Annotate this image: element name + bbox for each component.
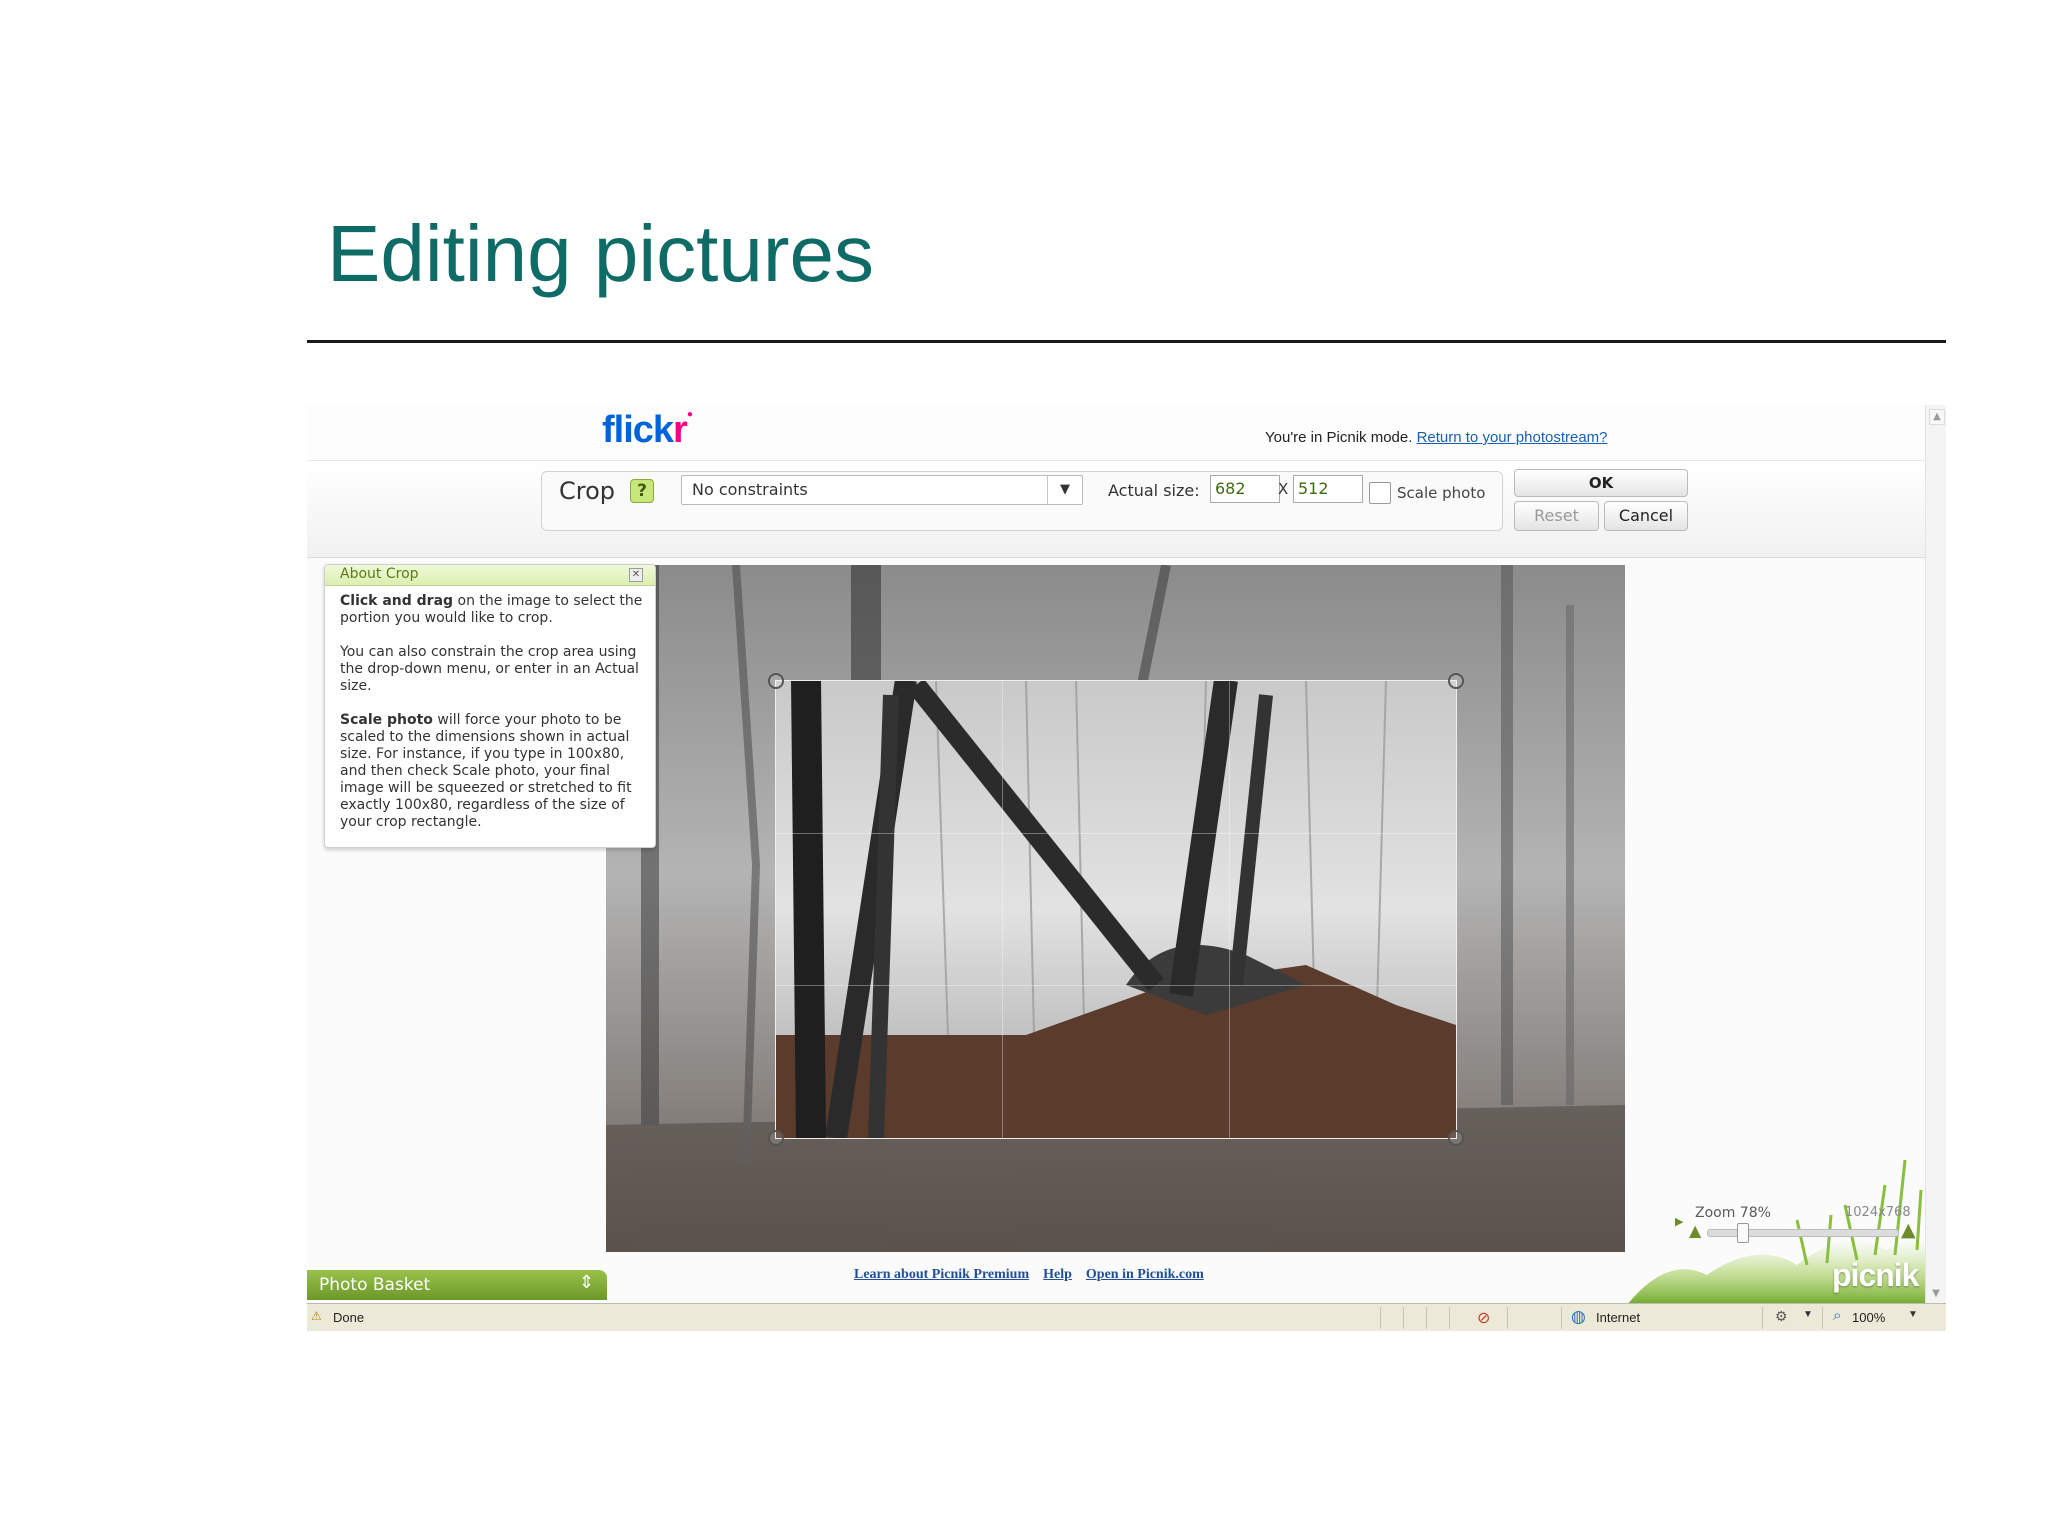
scale-photo-label[interactable]: Scale photo: [1397, 484, 1485, 502]
page-zoom[interactable]: 100%: [1852, 1310, 1885, 1325]
image-dimensions: 1024x768: [1845, 1205, 1911, 1220]
photo-basket-tab[interactable]: Photo Basket ⇕: [307, 1270, 607, 1300]
crop-grid-line: [776, 833, 1456, 834]
slide-title: Editing pictures: [327, 209, 874, 298]
status-divider: [1449, 1307, 1450, 1329]
tools-icon[interactable]: ⚙: [1775, 1308, 1788, 1325]
security-zone: Internet: [1596, 1310, 1641, 1325]
vertical-scrollbar[interactable]: [1925, 405, 1946, 1303]
picnik-mode-notice: You're in Picnik mode. Return to your ph…: [1265, 429, 1608, 446]
cancel-button[interactable]: Cancel: [1604, 501, 1688, 531]
browser-screenshot: flickr● You're in Picnik mode. Return to…: [307, 405, 1946, 1331]
crop-handle-bottom-left[interactable]: [768, 1130, 784, 1146]
learn-premium-link[interactable]: Learn about Picnik Premium: [854, 1267, 1029, 1282]
scroll-up-icon[interactable]: ▲: [1929, 409, 1945, 425]
status-divider: [1561, 1307, 1562, 1329]
zoom-slider-thumb[interactable]: [1737, 1223, 1749, 1243]
crop-handle-bottom-right[interactable]: [1448, 1130, 1464, 1146]
size-separator: X: [1278, 480, 1289, 498]
crop-grid-line: [776, 985, 1456, 986]
ok-button[interactable]: OK: [1514, 469, 1688, 497]
scroll-down-icon[interactable]: ▼: [1929, 1287, 1943, 1301]
about-crop-header: About Crop ✕: [325, 565, 655, 586]
crop-grid-line: [1229, 681, 1230, 1138]
status-divider: [1762, 1307, 1763, 1329]
status-text: Done: [333, 1310, 365, 1325]
crop-toolbar: Crop ? No constraints ▼ Actual size: 682…: [307, 461, 1925, 558]
status-divider: [1822, 1307, 1823, 1329]
magnifier-icon[interactable]: ⌕: [1833, 1307, 1841, 1324]
crop-handle-top-left[interactable]: [768, 673, 784, 689]
zoom-control: ▶ Zoom 78% 1024x768 ▲ ▲: [1675, 1205, 1920, 1251]
about-crop-panel: About Crop ✕ Click and drag on the image…: [324, 564, 656, 848]
crop-grid-line: [1002, 681, 1003, 1138]
globe-icon: ◍: [1571, 1307, 1586, 1326]
updown-icon[interactable]: ⇕: [579, 1272, 594, 1293]
crop-handle-top-right[interactable]: [1448, 673, 1464, 689]
open-picnik-link[interactable]: Open in Picnik.com: [1086, 1267, 1204, 1282]
tool-title: Crop: [559, 477, 616, 505]
chevron-down-icon[interactable]: ▼: [1803, 1309, 1813, 1320]
actual-size-label: Actual size:: [1108, 481, 1200, 500]
zoom-slider[interactable]: [1707, 1229, 1899, 1237]
about-crop-title: About Crop: [340, 566, 419, 582]
crop-rectangle[interactable]: [768, 673, 1464, 1146]
close-icon[interactable]: ✕: [629, 568, 643, 582]
flickr-header: flickr● You're in Picnik mode. Return to…: [307, 405, 1925, 461]
photo-canvas[interactable]: [606, 565, 1625, 1252]
picnik-logo: picnik: [1832, 1257, 1919, 1293]
height-input[interactable]: 512: [1293, 475, 1363, 503]
help-icon[interactable]: ?: [630, 479, 654, 503]
status-divider: [1380, 1307, 1381, 1329]
footer-links: Learn about Picnik Premium Help Open in Pi…: [854, 1267, 1218, 1283]
security-icon[interactable]: ⊘: [1477, 1308, 1490, 1328]
scale-photo-checkbox[interactable]: [1369, 482, 1391, 504]
zoom-in-icon[interactable]: ▲: [1901, 1219, 1916, 1241]
warning-icon: ⚠: [311, 1309, 322, 1323]
status-divider: [1426, 1307, 1427, 1329]
width-input[interactable]: 682: [1210, 475, 1280, 503]
about-crop-text: Click and drag on the image to select th…: [340, 593, 643, 830]
return-to-photostream-link[interactable]: Return to your photostream?: [1417, 429, 1608, 446]
reset-button[interactable]: Reset: [1514, 501, 1599, 531]
constraints-value: No constraints: [692, 480, 808, 499]
browser-status-bar: ⚠ Done ⊘ ◍ Internet ⚙ ▼ ⌕ 100% ▼: [307, 1303, 1946, 1331]
photo-basket-label: Photo Basket: [319, 1275, 431, 1295]
help-link[interactable]: Help: [1043, 1267, 1072, 1282]
play-icon[interactable]: ▶: [1675, 1215, 1683, 1228]
status-divider: [1507, 1307, 1508, 1329]
chevron-down-icon[interactable]: ▼: [1908, 1309, 1918, 1320]
flickr-logo[interactable]: flickr●: [602, 409, 693, 452]
zoom-out-icon[interactable]: ▲: [1689, 1221, 1701, 1240]
constraints-dropdown[interactable]: No constraints ▼: [681, 475, 1083, 505]
status-divider: [1403, 1307, 1404, 1329]
title-divider: [307, 340, 1946, 343]
zoom-label: Zoom 78%: [1695, 1205, 1771, 1221]
chevron-down-icon[interactable]: ▼: [1047, 476, 1082, 504]
